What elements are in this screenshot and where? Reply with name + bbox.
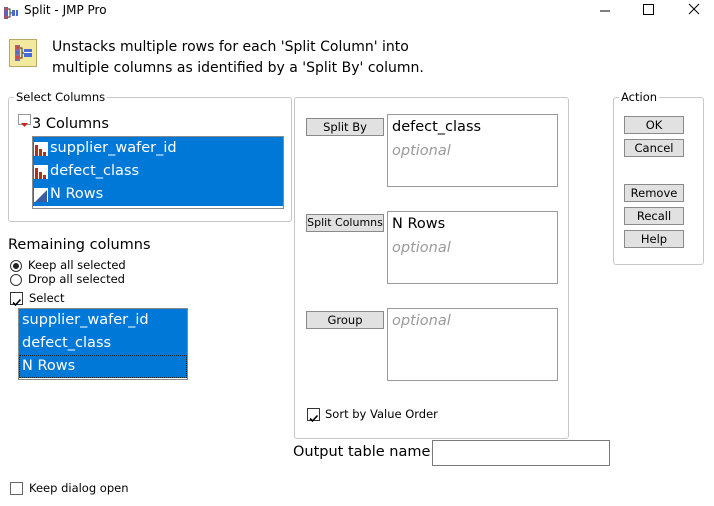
- keep-dialog-open-label[interactable]: Keep dialog open: [29, 481, 129, 495]
- minimize-icon[interactable]: [594, 2, 618, 18]
- nominal-bar-icon: [34, 142, 48, 156]
- keep-all-selected-label[interactable]: Keep all selected: [28, 258, 126, 272]
- split-table-icon: [4, 4, 18, 19]
- continuous-triangle-icon: [34, 188, 48, 202]
- select-checkbox[interactable]: [10, 292, 23, 307]
- description-line-2: multiple columns as identified by a 'Spl…: [52, 60, 424, 76]
- columns-count-header: 3 Columns: [32, 116, 109, 132]
- remaining-columns-list[interactable]: supplier_wafer_id defect_class N Rows: [18, 308, 188, 380]
- select-checkbox-label[interactable]: Select: [29, 291, 64, 305]
- split-columns-button[interactable]: Split Columns: [306, 214, 384, 232]
- help-button[interactable]: Help: [624, 230, 684, 248]
- recall-button[interactable]: Recall: [624, 207, 684, 225]
- remaining-list-item[interactable]: N Rows: [19, 355, 187, 378]
- maximize-icon[interactable]: [638, 2, 662, 18]
- sort-by-value-order-label[interactable]: Sort by Value Order: [325, 407, 438, 421]
- split-columns-value: N Rows: [392, 216, 446, 232]
- keep-all-selected-radio[interactable]: [10, 260, 22, 272]
- window-title: Split - JMP Pro: [24, 3, 107, 17]
- keep-dialog-open-checkbox[interactable]: [10, 482, 23, 495]
- split-columns-placeholder: optional: [392, 240, 451, 256]
- select-columns-legend: Select Columns: [14, 90, 108, 104]
- title-bar: Split - JMP Pro: [0, 0, 714, 22]
- remaining-columns-title: Remaining columns: [8, 237, 151, 253]
- nominal-bar-icon: [34, 165, 48, 179]
- group-dropzone[interactable]: optional: [387, 308, 558, 381]
- column-list[interactable]: supplier_wafer_id defect_class N Rows: [32, 136, 284, 209]
- group-placeholder: optional: [392, 313, 451, 329]
- description: Unstacks multiple rows for each 'Split C…: [52, 37, 424, 79]
- remove-button[interactable]: Remove: [624, 184, 684, 202]
- split-by-dropzone[interactable]: defect_class optional: [387, 114, 558, 187]
- cancel-button[interactable]: Cancel: [624, 139, 684, 157]
- action-legend: Action: [619, 90, 660, 104]
- drop-all-selected-label[interactable]: Drop all selected: [28, 272, 125, 286]
- column-list-item[interactable]: N Rows: [33, 183, 283, 206]
- close-icon[interactable]: [684, 2, 708, 18]
- remaining-list-item[interactable]: supplier_wafer_id: [19, 309, 187, 332]
- split-by-placeholder: optional: [392, 143, 451, 159]
- sort-by-value-order-checkbox[interactable]: [307, 408, 320, 423]
- split-by-value: defect_class: [392, 119, 482, 135]
- column-list-item[interactable]: defect_class: [33, 160, 283, 183]
- remaining-list-item[interactable]: defect_class: [19, 332, 187, 355]
- column-menu-toggle[interactable]: [18, 114, 31, 127]
- description-line-1: Unstacks multiple rows for each 'Split C…: [52, 39, 409, 55]
- split-platform-icon: [9, 39, 37, 67]
- split-by-button[interactable]: Split By: [306, 118, 384, 136]
- group-button[interactable]: Group: [306, 311, 384, 329]
- column-list-item[interactable]: supplier_wafer_id: [33, 137, 283, 160]
- split-columns-dropzone[interactable]: N Rows optional: [387, 211, 558, 284]
- output-table-name-label: Output table name:: [293, 444, 436, 460]
- ok-button[interactable]: OK: [624, 116, 684, 134]
- drop-all-selected-radio[interactable]: [10, 274, 22, 286]
- output-table-name-input[interactable]: [432, 440, 610, 466]
